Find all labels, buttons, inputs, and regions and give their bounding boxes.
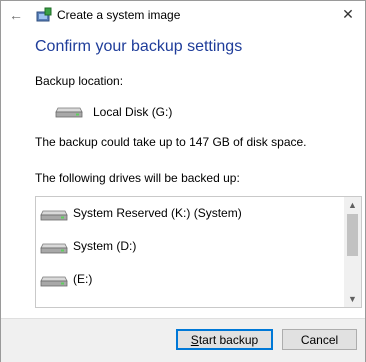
scroll-down-icon[interactable]: ▼ [344, 291, 361, 307]
drive-label: (E:) [73, 272, 93, 286]
drives-list[interactable]: System Reserved (K:) (System) System (D:… [35, 196, 362, 308]
dialog-footer: Start backup Cancel [1, 318, 365, 362]
start-backup-mnemonic: S [190, 332, 199, 347]
back-arrow-icon[interactable]: ← [5, 5, 27, 25]
drives-list-label: The following drives will be backed up: [35, 171, 240, 185]
hard-disk-icon [40, 243, 68, 254]
create-system-image-dialog: ← Create a system image ✕ Confirm your b… [0, 0, 366, 362]
space-estimate-text: The backup could take up to 147 GB of di… [35, 135, 307, 149]
drive-label: System Reserved (K:) (System) [73, 206, 242, 220]
scroll-thumb[interactable] [347, 214, 358, 256]
start-backup-label: tart backup [198, 332, 259, 347]
cancel-label: Cancel [300, 332, 339, 347]
list-item[interactable]: System (D:) [36, 234, 342, 258]
hard-disk-icon [55, 107, 83, 118]
vertical-scrollbar[interactable]: ▲ ▼ [344, 197, 361, 307]
backup-app-icon [36, 7, 52, 22]
window-title: Create a system image [57, 8, 181, 22]
backup-location-drive: Local Disk (G:) [93, 105, 173, 119]
list-item[interactable]: (E:) [36, 267, 342, 291]
hard-disk-icon [40, 210, 68, 221]
backup-location-label: Backup location: [35, 74, 124, 88]
start-backup-button[interactable]: Start backup [176, 329, 273, 350]
drive-label: System (D:) [73, 239, 137, 253]
scroll-up-icon[interactable]: ▲ [344, 197, 361, 213]
hard-disk-icon [40, 276, 68, 287]
title-bar: ← Create a system image ✕ [1, 1, 365, 29]
page-heading: Confirm your backup settings [35, 38, 243, 55]
close-icon[interactable]: ✕ [339, 5, 357, 23]
cancel-button[interactable]: Cancel [282, 329, 357, 350]
list-item[interactable]: System Reserved (K:) (System) [36, 201, 342, 225]
